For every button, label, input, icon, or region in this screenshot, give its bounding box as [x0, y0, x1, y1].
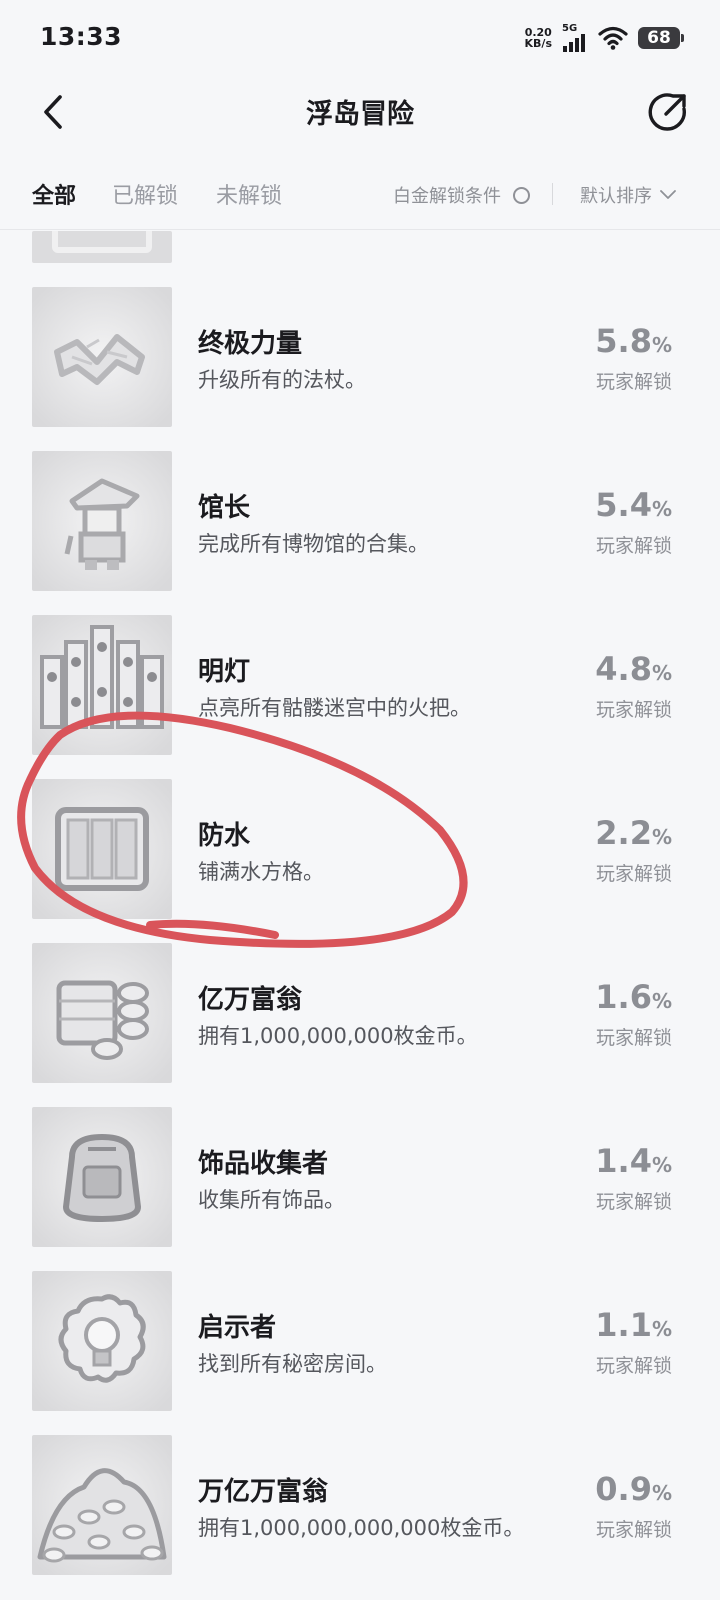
- percent-sign: %: [651, 1481, 672, 1505]
- achievement-title: 饰品收集者: [198, 1149, 329, 1179]
- percent-sign: %: [651, 661, 672, 685]
- unlock-percentage-value: 2.2: [595, 814, 652, 852]
- lightbulb-icon: [32, 1271, 172, 1411]
- share-button[interactable]: [644, 88, 692, 136]
- unlock-percentage-label: 玩家解锁: [595, 1355, 672, 1377]
- achievement-row[interactable]: 终极力量 升级所有的法杖。 5.8% 玩家解锁: [0, 287, 720, 427]
- percent-sign: %: [651, 989, 672, 1013]
- wifi-icon: [598, 26, 628, 50]
- status-icons: 0.20 KB/s 5G 68: [525, 22, 684, 54]
- achievement-description: 拥有1,000,000,000枚金币。: [198, 1024, 478, 1048]
- unlock-percentage-value: 1.6: [595, 978, 652, 1016]
- signal-label: 5G: [562, 23, 578, 34]
- unlock-percentage: 2.2%: [595, 814, 672, 852]
- treasure-pile-icon: [32, 1435, 172, 1575]
- chevron-down-icon: [660, 190, 676, 199]
- unlock-percentage: 4.8%: [595, 650, 672, 688]
- achievement-title: 终极力量: [198, 329, 303, 359]
- achievement-title: 亿万富翁: [198, 985, 303, 1015]
- unlock-percentage-label: 玩家解锁: [595, 371, 672, 393]
- percent-sign: %: [651, 497, 672, 521]
- achievement-row[interactable]: 馆长 完成所有博物馆的合集。 5.4% 玩家解锁: [0, 451, 720, 591]
- tab-locked[interactable]: 未解锁: [216, 178, 282, 210]
- unlock-percentage-label: 玩家解锁: [595, 863, 672, 885]
- achievement-description: 点亮所有骷髅迷宫中的火把。: [198, 696, 471, 720]
- unlock-percentage: 5.8%: [595, 322, 672, 360]
- network-speed-unit: KB/s: [524, 37, 552, 50]
- skull-torches-icon: [32, 615, 172, 755]
- achievement-description: 找到所有秘密房间。: [198, 1352, 387, 1376]
- achievement-thumbnail-partial: [32, 231, 172, 263]
- unlock-percentage-value: 0.9: [595, 1470, 652, 1508]
- radio-circle-icon: [513, 186, 530, 204]
- achievement-description: 升级所有的法杖。: [198, 368, 366, 392]
- unlock-percentage: 0.9%: [595, 1470, 672, 1508]
- sort-dropdown[interactable]: 默认排序: [580, 182, 676, 208]
- tab-unlocked[interactable]: 已解锁: [112, 178, 178, 210]
- achievement-row[interactable]: 明灯 点亮所有骷髅迷宫中的火把。 4.8% 玩家解锁: [0, 615, 720, 755]
- achievement-row[interactable]: 启示者 找到所有秘密房间。 1.1% 玩家解锁: [0, 1271, 720, 1411]
- status-time: 13:33: [40, 22, 123, 51]
- achievement-description: 收集所有饰品。: [198, 1188, 345, 1212]
- achievement-list[interactable]: 终极力量 升级所有的法杖。 5.8% 玩家解锁 馆长 完成所有博物馆的合集。 5…: [0, 231, 720, 1600]
- unlock-percentage-value: 5.4: [595, 486, 652, 524]
- percent-sign: %: [651, 1153, 672, 1177]
- unlock-percentage-label: 玩家解锁: [595, 1519, 672, 1541]
- unlock-percentage-label: 玩家解锁: [595, 1027, 672, 1049]
- unlock-percentage-value: 4.8: [595, 650, 652, 688]
- cellular-signal: 5G: [562, 24, 588, 52]
- backpack-icon: [32, 1107, 172, 1247]
- sort-label: 默认排序: [580, 186, 652, 207]
- achievement-title: 万亿万富翁: [198, 1477, 329, 1507]
- filter-tabs-bar: 全部 已解锁 未解锁 白金解锁条件 默认排序: [0, 168, 720, 230]
- tab-all[interactable]: 全部: [32, 178, 76, 210]
- achievement-description: 铺满水方格。: [198, 860, 324, 884]
- achievement-title: 启示者: [198, 1313, 277, 1343]
- staffs-icon: [32, 287, 172, 427]
- achievement-title: 防水: [198, 821, 251, 851]
- platinum-filter-toggle[interactable]: 白金解锁条件: [393, 182, 530, 208]
- unlock-percentage-label: 玩家解锁: [595, 535, 672, 557]
- battery-indicator: 68: [638, 27, 684, 49]
- achievement-title: 馆长: [198, 493, 251, 523]
- network-speed: 0.20 KB/s: [525, 27, 552, 49]
- unlock-percentage: 5.4%: [595, 486, 672, 524]
- app-header: 浮岛冒险: [0, 76, 720, 148]
- unlock-percentage: 1.4%: [595, 1142, 672, 1180]
- unlock-percentage-value: 1.4: [595, 1142, 652, 1180]
- status-bar: 13:33 0.20 KB/s 5G 68: [0, 0, 720, 76]
- achievement-row[interactable]: 饰品收集者 收集所有饰品。 1.4% 玩家解锁: [0, 1107, 720, 1247]
- unlock-percentage-label: 玩家解锁: [595, 699, 672, 721]
- unlock-percentage-value: 1.1: [595, 1306, 652, 1344]
- achievement-description: 拥有1,000,000,000,000枚金币。: [198, 1516, 525, 1540]
- unlock-percentage-label: 玩家解锁: [595, 1191, 672, 1213]
- page-title: 浮岛冒险: [306, 99, 414, 130]
- unlock-percentage: 1.1%: [595, 1306, 672, 1344]
- curator-character-icon: [32, 451, 172, 591]
- percent-sign: %: [651, 1317, 672, 1341]
- percent-sign: %: [651, 825, 672, 849]
- coin-stack-icon: [32, 943, 172, 1083]
- share-icon: [648, 93, 686, 131]
- water-tiles-icon: [32, 779, 172, 919]
- achievement-title: 明灯: [198, 657, 251, 687]
- signal-bars-icon: [563, 34, 585, 52]
- achievement-row[interactable]: 万亿万富翁 拥有1,000,000,000,000枚金币。 0.9% 玩家解锁: [0, 1435, 720, 1575]
- platinum-filter-label: 白金解锁条件: [393, 186, 501, 207]
- achievement-description: 完成所有博物馆的合集。: [198, 532, 429, 556]
- unlock-percentage: 1.6%: [595, 978, 672, 1016]
- percent-sign: %: [651, 333, 672, 357]
- achievement-row[interactable]: 亿万富翁 拥有1,000,000,000枚金币。 1.6% 玩家解锁: [0, 943, 720, 1083]
- divider: [552, 183, 553, 205]
- unlock-percentage-value: 5.8: [595, 322, 652, 360]
- achievement-row[interactable]: 防水 铺满水方格。 2.2% 玩家解锁: [0, 779, 720, 919]
